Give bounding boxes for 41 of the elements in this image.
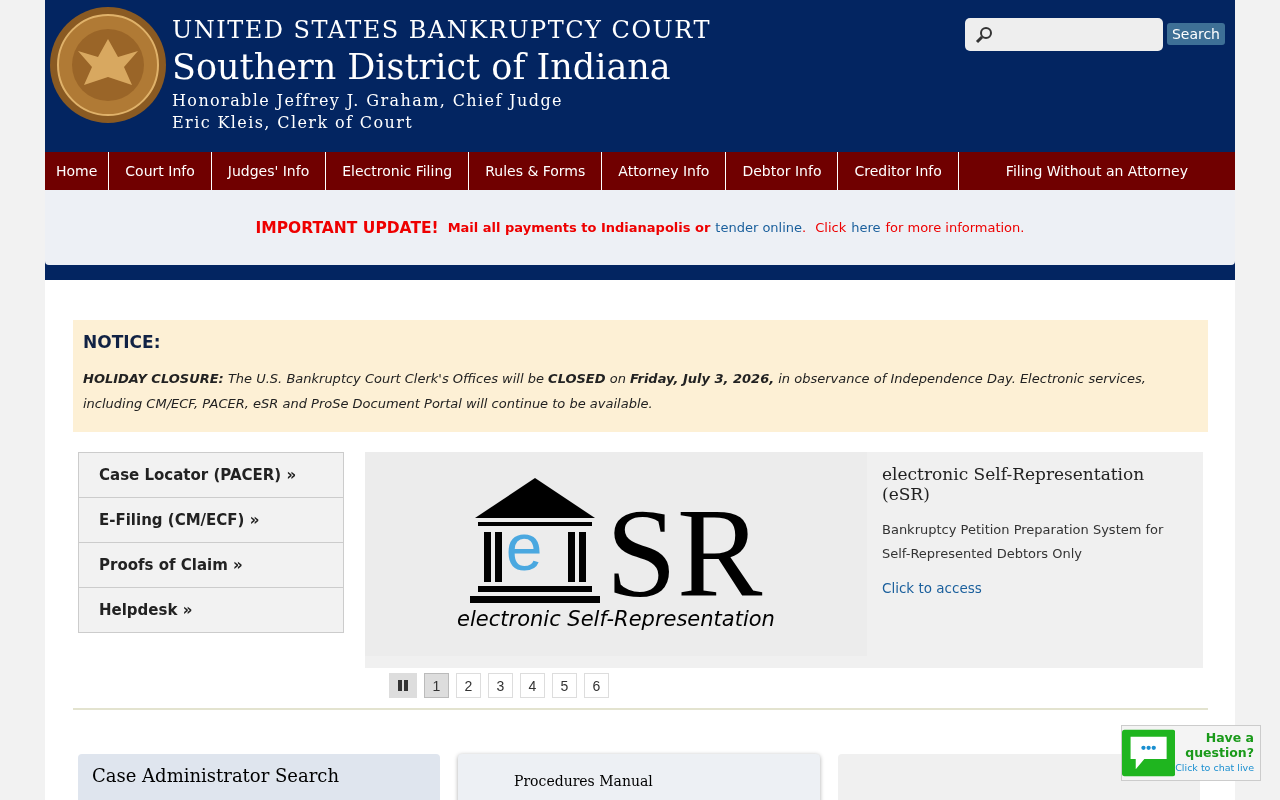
logo-text: SR — [605, 502, 763, 603]
update-period: . — [802, 220, 807, 235]
notice-title: NOTICE: — [83, 332, 162, 352]
search-icon — [974, 25, 993, 44]
slide-page-button[interactable]: 4 — [520, 673, 545, 698]
nav-link[interactable]: Filing Without an Attorney — [958, 152, 1235, 190]
here-link[interactable]: here — [851, 220, 881, 235]
chat-link: Click to chat live — [1175, 762, 1254, 773]
court-seal-icon — [48, 5, 168, 125]
court-name: UNITED STATES BANKRUPTCY COURT — [172, 16, 711, 44]
slide-description: Bankruptcy Petition Preparation System for Self-Represented Debtors Only — [882, 521, 1165, 563]
chief-judge: Honorable Jeffrey J. Graham, Chief Judge — [172, 90, 564, 112]
card-title: Case Administrator Search — [91, 764, 340, 788]
chat-heading-second-line: question? — [1185, 745, 1254, 760]
slide-page-button[interactable]: 1 — [424, 673, 449, 698]
update-tail: for more information. — [885, 220, 1025, 235]
update-text: Mail all payments to Indianapolis or — [447, 220, 711, 235]
pause-button[interactable] — [389, 673, 417, 698]
logo-tagline: electronic Self-Representation — [457, 606, 775, 631]
district-name: Southern District of Indiana — [172, 46, 672, 89]
chat-heading: Have a — [1205, 730, 1254, 745]
slide-page-button[interactable]: 3 — [488, 673, 513, 698]
quick-link[interactable]: Helpdesk » — [78, 588, 344, 633]
update-click: Click — [815, 220, 847, 235]
notice-text: HOLIDAY CLOSURE: The U.S. Bankruptcy Court Clerk's Offices will be CLOSED on Friday, July 3, 2026, in observance of Independence Day. Electronic services, including CM/ECF, PACER, eSR and ProSe Document Portal will continue to be available. — [83, 370, 1147, 413]
quick-link[interactable]: E-Filing (CM/ECF) » — [78, 498, 344, 543]
card-title: Procedures Manual — [513, 772, 654, 791]
quick-link[interactable]: Case Locator (PACER) » — [78, 452, 344, 498]
clerk-of-court: Eric Kleis, Clerk of Court — [172, 112, 415, 134]
slide-page-button[interactable]: 6 — [584, 673, 609, 698]
slide-page-button[interactable]: 2 — [456, 673, 481, 698]
slide-page-button[interactable]: 5 — [552, 673, 577, 698]
search-field[interactable] — [964, 18, 1163, 51]
logo-letter: e — [505, 513, 543, 580]
quick-link[interactable]: Proofs of Claim » — [78, 543, 344, 588]
update-headline: IMPORTANT UPDATE! — [255, 218, 439, 237]
search-button[interactable]: Search — [1166, 23, 1225, 45]
slide-link[interactable]: Click to access — [882, 580, 982, 596]
slide-title: electronic Self-Representation (eSR) — [882, 464, 1146, 504]
tender-online-link[interactable]: tender online — [715, 220, 803, 235]
pause-icon — [398, 680, 408, 691]
